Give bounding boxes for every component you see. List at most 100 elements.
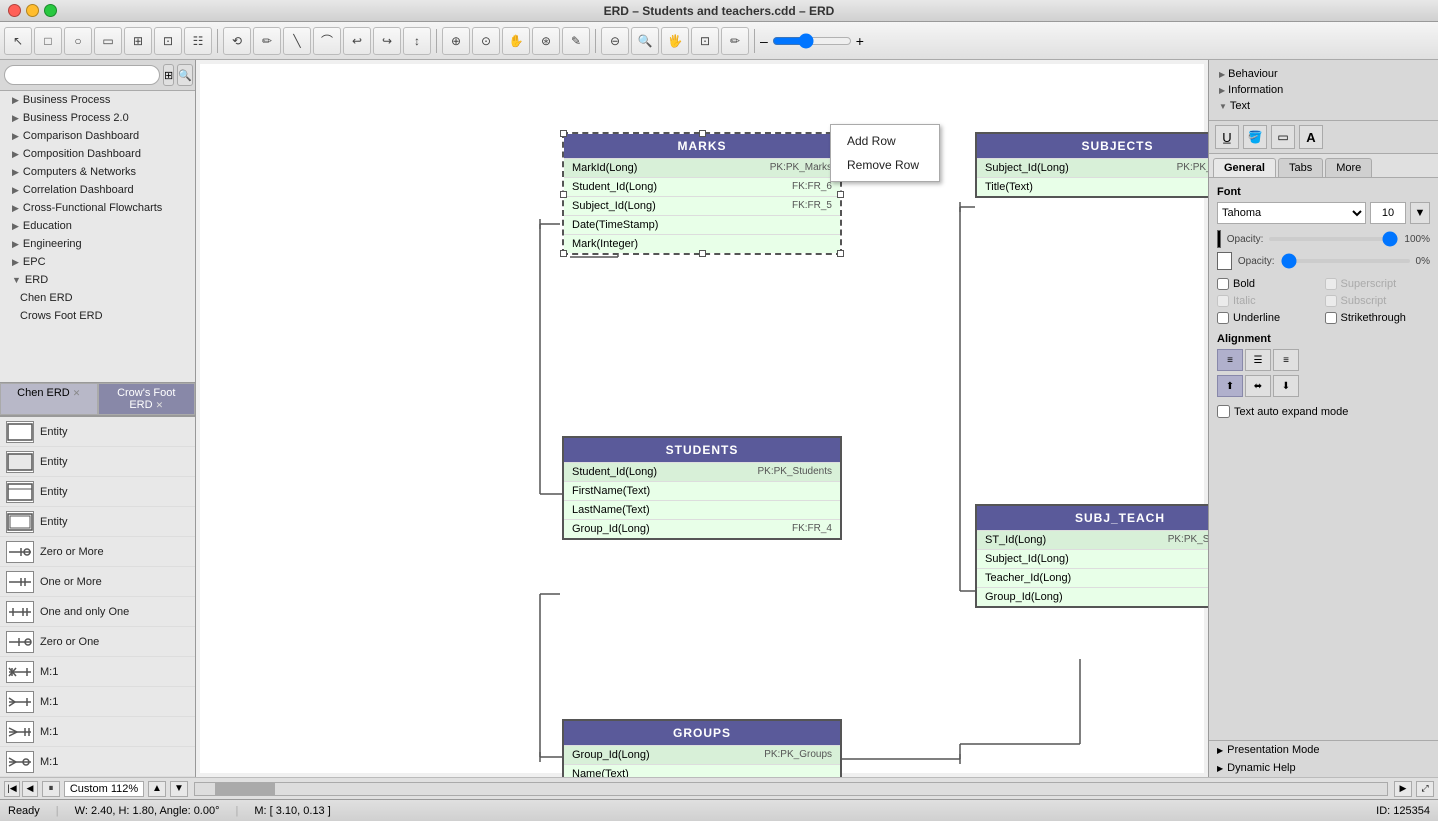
groups-row-1[interactable]: Group_Id(Long) PK:PK_Groups [564,745,840,764]
handle-bm[interactable] [699,250,706,257]
students-row-2[interactable]: FirstName(Text) [564,481,840,500]
grid-view-button[interactable]: ⊞ [163,64,174,86]
sidebar-item-correlation-dashboard[interactable]: ▶Correlation Dashboard [0,181,195,199]
opacity-slider-2[interactable] [1281,259,1410,263]
students-row-1[interactable]: Student_Id(Long) PK:PK_Students [564,462,840,481]
shape-one-and-only-one[interactable]: One and only One [0,597,195,627]
subj-teach-row-2[interactable]: Subject_Id(Long) FK:FR_3 [977,549,1208,568]
shape-entity-4[interactable]: Entity [0,507,195,537]
tree-information[interactable]: ▶ Information [1215,82,1432,98]
tree-text[interactable]: ▼ Text [1215,98,1432,114]
zoom-plus[interactable]: + [856,33,864,49]
shape-entity-2[interactable]: Entity [0,447,195,477]
maximize-canvas-btn[interactable]: ⤢ [1416,781,1434,797]
sidebar-item-comparison-dashboard[interactable]: ▶Comparison Dashboard [0,127,195,145]
fill-format-btn[interactable]: 🪣 [1243,125,1267,149]
shape-m1-4[interactable]: M:1 [0,747,195,777]
handle-ml[interactable] [560,191,567,198]
subj-teach-row-1[interactable]: ST_Id(Long) PK:PK_Subj_Teach [977,530,1208,549]
align-right-btn[interactable]: ≡ [1273,349,1299,371]
bold-checkbox-row[interactable]: Bold [1217,278,1323,290]
subscript-checkbox-row[interactable]: Subscript [1325,295,1431,307]
strikethrough-checkbox-row[interactable]: Strikethrough [1325,312,1431,324]
marks-row-3[interactable]: Subject_Id(Long) FK:FR_5 [564,196,840,215]
shape-entity-3[interactable]: Entity [0,477,195,507]
sidebar-item-business-process-2[interactable]: ▶Business Process 2.0 [0,109,195,127]
rpanel-tab-more[interactable]: More [1325,158,1372,177]
redo-tool[interactable]: ↪ [373,27,401,55]
sidebar-item-business-process[interactable]: ▶Business Process [0,91,195,109]
underline-checkbox[interactable] [1217,312,1229,324]
presentation-mode-item[interactable]: ▶ Presentation Mode [1209,741,1438,759]
subjects-table[interactable]: SUBJECTS Subject_Id(Long) PK:PK_Subjects… [975,132,1208,198]
sidebar-item-engineering[interactable]: ▶Engineering [0,235,195,253]
students-row-4[interactable]: Group_Id(Long) FK:FR_4 [564,519,840,538]
sidebar-item-chen-erd[interactable]: Chen ERD [0,289,195,307]
strikethrough-checkbox[interactable] [1325,312,1337,324]
arrow-tool[interactable]: ↕ [403,27,431,55]
align-left-btn[interactable]: ≡ [1217,349,1243,371]
handle-mr[interactable] [837,191,844,198]
search-button[interactable]: 🔍 [177,64,193,86]
marks-row-1[interactable]: MarkId(Long) PK:PK_Marks [564,158,840,177]
nav-back[interactable]: ◀ [22,781,38,797]
line-tool[interactable]: ╲ [283,27,311,55]
zoom-in-btn[interactable]: 🔍 [631,27,659,55]
students-row-3[interactable]: LastName(Text) [564,500,840,519]
rect-tool[interactable]: □ [34,27,62,55]
ellipse-tool[interactable]: ○ [64,27,92,55]
subj-teach-table[interactable]: SUBJ_TEACH ST_Id(Long) PK:PK_Subj_Teach … [975,504,1208,608]
text-color-swatch[interactable] [1217,230,1221,248]
marks-row-2[interactable]: Student_Id(Long) FK:FR_6 [564,177,840,196]
canvas[interactable]: MARKS MarkId(Long) PK:PK_Marks Student_I… [200,64,1204,773]
sidebar-item-composition-dashboard[interactable]: ▶Composition Dashboard [0,145,195,163]
lasso-tool[interactable]: ⊕ [442,27,470,55]
zoom-minus[interactable]: – [760,33,768,49]
grid-tool[interactable]: ⊡ [154,27,182,55]
connect-tool[interactable]: ⟲ [223,27,251,55]
text-auto-expand-checkbox[interactable] [1217,405,1230,418]
undo-tool[interactable]: ↩ [343,27,371,55]
rpanel-tab-tabs[interactable]: Tabs [1278,158,1323,177]
zoom-level-input[interactable] [64,781,144,797]
shape-m1-3[interactable]: M:1 [0,717,195,747]
handle-tl[interactable] [560,130,567,137]
font-family-select[interactable]: Tahoma [1217,202,1366,224]
groups-table[interactable]: GROUPS Group_Id(Long) PK:PK_Groups Name(… [562,719,842,777]
shape-zero-or-more[interactable]: Zero or More [0,537,195,567]
tab-crows-foot-erd[interactable]: Crow's Foot ERD ✕ [98,383,196,415]
handle-bl[interactable] [560,250,567,257]
tree-behaviour[interactable]: ▶ Behaviour [1215,66,1432,82]
sidebar-item-crows-foot-erd[interactable]: Crows Foot ERD [0,307,195,325]
pen-tool[interactable]: ✏ [253,27,281,55]
text-tool[interactable]: ▭ [94,27,122,55]
zoom-step-up[interactable]: ▲ [148,781,166,797]
superscript-checkbox-row[interactable]: Superscript [1325,278,1431,290]
text-format-btn[interactable]: A [1299,125,1323,149]
marks-row-4[interactable]: Date(TimeStamp) [564,215,840,234]
align-middle-btn[interactable]: ⬌ [1245,375,1271,397]
list-tool[interactable]: ☷ [184,27,212,55]
students-table[interactable]: STUDENTS Student_Id(Long) PK:PK_Students… [562,436,842,540]
align-bottom-btn[interactable]: ⬇ [1273,375,1299,397]
pan-btn[interactable]: 🖐 [661,27,689,55]
bg-color-swatch[interactable] [1217,252,1232,270]
marks-table[interactable]: MARKS MarkId(Long) PK:PK_Marks Student_I… [562,132,842,255]
handle-tm[interactable] [699,130,706,137]
fit-btn[interactable]: ⊡ [691,27,719,55]
pin-tool[interactable]: ⊛ [532,27,560,55]
sidebar-item-computers-networks[interactable]: ▶Computers & Networks [0,163,195,181]
shape-m1-1[interactable]: M:1 [0,657,195,687]
sidebar-item-epc[interactable]: ▶EPC [0,253,195,271]
zoom-reset[interactable]: ⊖ [601,27,629,55]
close-button[interactable] [8,4,21,17]
table-tool[interactable]: ⊞ [124,27,152,55]
tab-chen-erd[interactable]: Chen ERD ✕ [0,383,98,415]
dynamic-help-item[interactable]: ▶ Dynamic Help [1209,759,1438,777]
minimize-button[interactable] [26,4,39,17]
align-center-btn[interactable]: ☰ [1245,349,1271,371]
handle-br[interactable] [837,250,844,257]
font-size-input[interactable] [1370,202,1406,224]
ctx-add-row[interactable]: Add Row [831,129,939,153]
pause-btn[interactable]: ⏸ [42,781,60,797]
